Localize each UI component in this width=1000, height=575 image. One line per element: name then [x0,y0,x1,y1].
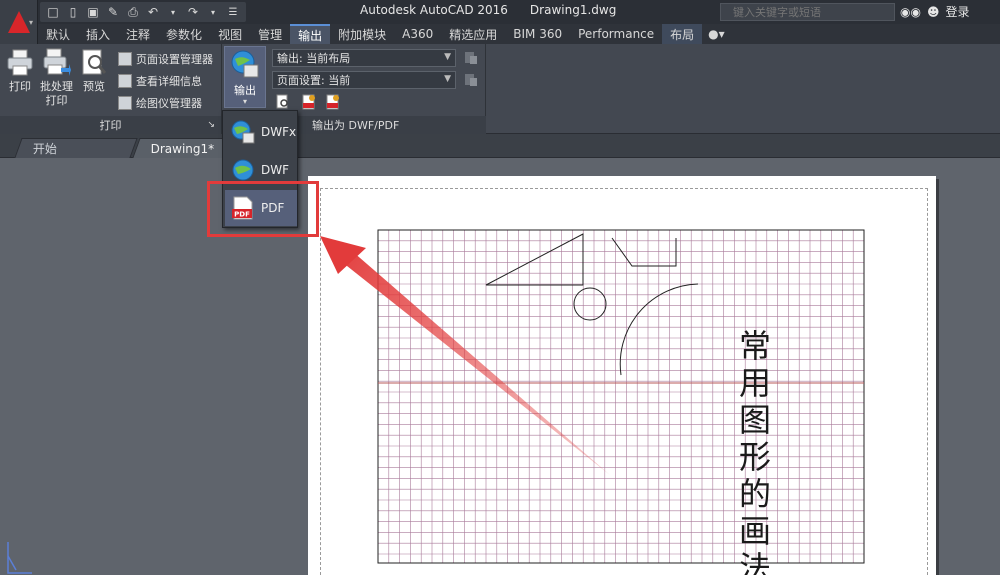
output-options-icon[interactable] [463,50,479,66]
save-as-icon[interactable]: ✎ [104,3,122,21]
preview-export-icon[interactable] [275,94,291,110]
page-setup-options-icon[interactable] [463,72,479,88]
user-area: ◉◉ ☻ 登录 [900,3,969,20]
title-bar: □ ▯ ▣ ✎ ⎙ ↶ ▾ ↷ ▾ ☰ Autodesk AutoCAD 201… [0,0,1000,24]
menu-item-dwfx[interactable]: DWFx [225,114,297,150]
export-dwfx-small-icon[interactable] [301,94,317,110]
panel-launcher-icon[interactable]: ↘ [207,120,215,130]
plotter-manager-button[interactable]: 绘图仪管理器 [118,95,202,111]
redo-dropdown-icon[interactable]: ▾ [204,3,222,21]
tab-a360[interactable]: A360 [394,24,441,44]
view-details-button[interactable]: 查看详细信息 [118,73,202,89]
open-file-icon[interactable]: ▯ [64,3,82,21]
chevron-down-icon: ▼ [444,52,451,62]
autocad-logo-icon [7,11,30,33]
app-product-name: Autodesk AutoCAD 2016 [360,3,508,17]
ribbon-panel-area: 打印 批处理 打印 预览 页面设置管理器 查看详细信息 绘图仪管理器 打印 ↘ … [0,44,1000,134]
undo-icon[interactable]: ↶ [144,3,162,21]
details-icon [118,74,132,88]
tab-default[interactable]: 默认 [38,24,78,44]
chevron-down-icon: ▾ [29,18,34,27]
login-link[interactable]: 登录 [945,3,969,20]
export-pdf-small-icon[interactable] [325,94,341,110]
plot-icon[interactable]: ⎙ [124,3,142,21]
redo-icon[interactable]: ↷ [184,3,202,21]
printable-area-border [320,188,928,575]
batch-plot-label-2: 打印 [45,94,68,107]
ucs-icon [7,542,32,574]
tab-annotate[interactable]: 注释 [118,24,158,44]
export-button[interactable]: 输出 ▾ [224,46,266,108]
user-icon[interactable]: ☻ [927,5,940,19]
binoculars-icon[interactable]: ◉◉ [900,5,921,19]
window-title: Autodesk AutoCAD 2016 Drawing1.dwg [360,3,638,17]
plotter-manager-label: 绘图仪管理器 [136,97,202,110]
output-select[interactable]: 输出: 当前布局 ▼ [272,49,456,67]
preview-label: 预览 [83,80,105,93]
tab-insert[interactable]: 插入 [78,24,118,44]
export-button-label: 输出 [234,84,256,97]
print-panel-title-text: 打印 [99,119,122,132]
plotter-icon [118,96,132,110]
undo-dropdown-icon[interactable]: ▾ [164,3,182,21]
tab-view[interactable]: 视图 [210,24,250,44]
search-box[interactable] [720,3,895,21]
print-panel-title: 打印 ↘ [0,116,221,134]
tab-parametric[interactable]: 参数化 [158,24,210,44]
tab-output[interactable]: 输出 [290,24,331,44]
batch-plot-button[interactable]: 批处理 打印 [40,48,73,108]
globe-export-icon [231,50,259,78]
customize-qat-icon[interactable]: ☰ [224,3,242,21]
print-label: 打印 [9,80,31,93]
preview-icon [82,49,107,75]
dwf-icon [232,159,254,181]
pdf-highlight-box [207,181,319,237]
tab-featured-apps[interactable]: 精选应用 [441,24,505,44]
tab-layout[interactable]: 布局 [662,24,703,44]
search-input[interactable] [733,5,894,19]
output-select-value: 输出: 当前布局 [277,52,351,65]
batch-plot-label-1: 批处理 [40,80,73,93]
application-menu-button[interactable]: ▾ [0,0,38,44]
export-panel-title-text: 输出为 DWF/PDF [312,119,400,132]
export-panel-title: 输出为 DWF/PDF [268,116,486,134]
page-setup-manager-button[interactable]: 页面设置管理器 [118,51,213,67]
menu-item-dwf-label: DWF [261,163,290,177]
printer-icon [7,49,33,76]
menu-item-dwfx-label: DWFx [261,125,297,139]
document-tab-bar: 开始 Drawing1* [0,134,1000,158]
quick-access-toolbar: □ ▯ ▣ ✎ ⎙ ↶ ▾ ↷ ▾ ☰ [40,2,246,22]
document-name: Drawing1.dwg [529,3,617,17]
batch-plot-icon [43,48,71,76]
drawing-canvas[interactable] [0,158,1000,575]
page-setup-select-value: 页面设置: 当前 [277,74,351,87]
print-panel: 打印 批处理 打印 预览 页面设置管理器 查看详细信息 绘图仪管理器 打印 ↘ [0,44,222,134]
doc-tab-start-label: 开始 [32,142,57,156]
chevron-down-icon: ▾ [242,97,247,106]
page-setup-select[interactable]: 页面设置: 当前 ▼ [272,71,456,89]
print-button[interactable]: 打印 [6,48,34,94]
tab-manage[interactable]: 管理 [250,24,290,44]
doc-tab-drawing1-label: Drawing1* [150,141,215,156]
tab-bim360[interactable]: BIM 360 [505,24,570,44]
preview-button[interactable]: 预览 [80,48,108,94]
tab-addins[interactable]: 附加模块 [330,24,394,44]
ribbon-options-icon[interactable]: ●▾ [702,24,731,44]
ribbon-tab-bar: 默认 插入 注释 参数化 视图 管理 输出 附加模块 A360 精选应用 BIM… [38,24,1000,44]
page-setup-manager-label: 页面设置管理器 [136,53,213,66]
view-details-label: 查看详细信息 [136,75,202,88]
page-setup-icon [118,52,132,66]
dwfx-icon [231,120,255,144]
chevron-down-icon: ▼ [444,74,451,84]
new-file-icon[interactable]: □ [44,3,62,21]
tab-performance[interactable]: Performance [570,24,662,44]
doc-tab-start[interactable]: 开始 [14,138,138,158]
save-icon[interactable]: ▣ [84,3,102,21]
